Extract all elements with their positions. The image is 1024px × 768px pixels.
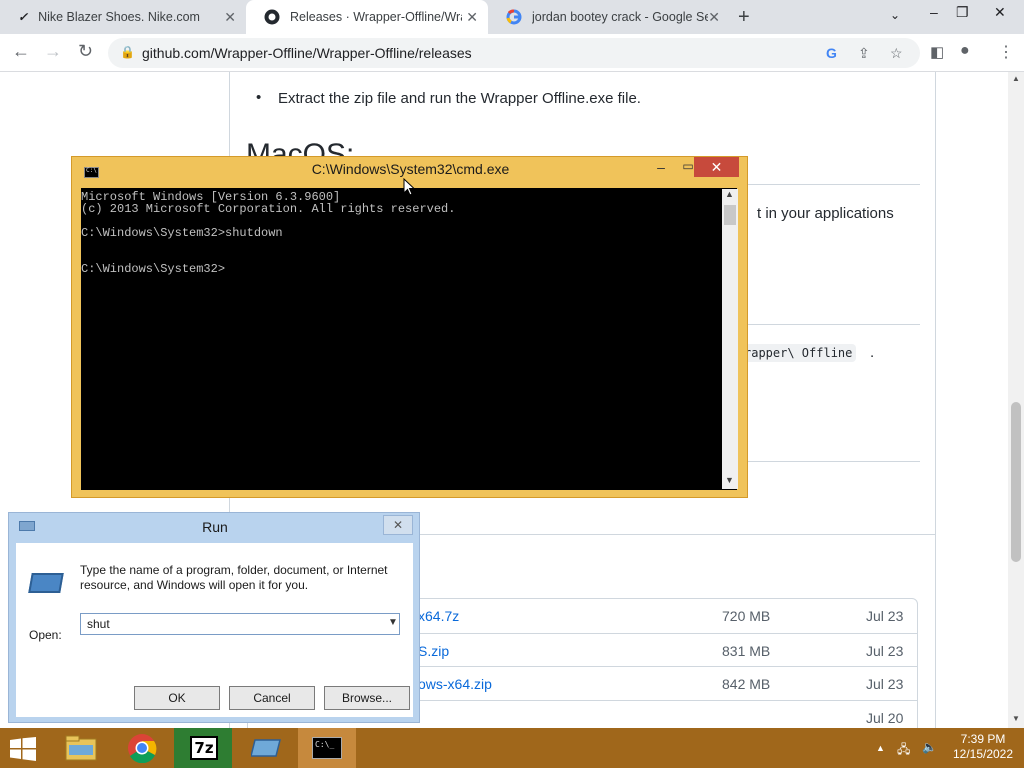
- asset-date: Jul 23: [866, 676, 904, 692]
- tab-close-icon[interactable]: ✕: [708, 9, 720, 26]
- cancel-button[interactable]: Cancel: [229, 686, 315, 710]
- console-scroll-up-icon[interactable]: ▲: [725, 189, 734, 199]
- 7zip-icon[interactable]: 7z: [174, 728, 232, 768]
- clock-time: 7:39 PM: [960, 732, 1006, 746]
- asset-size: 720 MB: [722, 608, 771, 624]
- forward-icon[interactable]: →: [44, 41, 62, 62]
- back-icon[interactable]: ←: [12, 41, 30, 62]
- bookmark-star-icon[interactable]: ☆: [890, 45, 903, 62]
- run-close-button[interactable]: ✕: [383, 515, 413, 535]
- scroll-thumb[interactable]: [1011, 402, 1021, 562]
- cmd-icon[interactable]: C:\_: [298, 728, 356, 768]
- run-dialog[interactable]: Run ✕ Type the name of a program, folder…: [8, 512, 420, 723]
- reload-icon[interactable]: ↻: [78, 41, 93, 62]
- browse-button[interactable]: Browse...: [324, 686, 410, 710]
- new-tab-icon[interactable]: +: [738, 6, 750, 29]
- run-description: Type the name of a program, folder, docu…: [80, 563, 388, 592]
- cmd-window[interactable]: C:\Windows\System32\cmd.exe – ▭ ✕ Micros…: [71, 156, 748, 498]
- console-line: C:\Windows\System32>shutdown: [81, 226, 283, 240]
- mouse-cursor-icon: [403, 178, 415, 196]
- taskbar-clock[interactable]: 7:39 PM 12/15/2022: [946, 732, 1020, 762]
- run-body: Type the name of a program, folder, docu…: [16, 543, 413, 717]
- console-line: (c) 2013 Microsoft Corporation. All righ…: [81, 202, 456, 216]
- page-scrollbar[interactable]: ▲ ▼: [1008, 72, 1024, 728]
- console-scrollbar[interactable]: ▲ ▼: [722, 189, 738, 489]
- tab-search-icon[interactable]: ⌄: [890, 8, 900, 22]
- console-scroll-thumb[interactable]: [724, 205, 736, 225]
- lock-icon[interactable]: 🔒: [120, 45, 135, 59]
- browser-toolbar: ← → ↻ 🔒 github.com/Wrapper-Offline/Wrapp…: [0, 34, 1024, 72]
- google-lens-icon[interactable]: G: [826, 45, 837, 61]
- asset-link[interactable]: ows-x64.zip: [418, 676, 492, 692]
- asset-date: Jul 20: [866, 710, 904, 726]
- run-program-icon: [28, 573, 64, 593]
- network-icon[interactable]: 🖧: [897, 740, 910, 761]
- tab-nike[interactable]: ✓ Nike Blazer Shoes. Nike.com ✕: [0, 0, 246, 34]
- scroll-down-icon[interactable]: ▼: [1012, 714, 1020, 723]
- nike-icon: ✓: [18, 10, 29, 24]
- asset-size: 842 MB: [722, 676, 771, 692]
- cmd-minimize-button[interactable]: –: [648, 159, 674, 179]
- github-icon: [264, 9, 280, 25]
- menu-kebab-icon[interactable]: ⋮: [998, 42, 1014, 62]
- macos-text: t in your applications: [757, 205, 894, 222]
- chrome-icon[interactable]: [113, 728, 171, 768]
- tab-close-icon[interactable]: ✕: [466, 9, 478, 26]
- close-window-icon[interactable]: ✕: [994, 4, 1006, 21]
- windows-start-icon[interactable]: [10, 737, 36, 761]
- asset-link[interactable]: S.zip: [418, 643, 449, 659]
- tab-releases[interactable]: Releases · Wrapper-Offline/Wrap ✕: [246, 0, 488, 34]
- show-hidden-icons-icon[interactable]: ▲: [876, 743, 885, 753]
- asset-date: Jul 23: [866, 608, 904, 624]
- run-icon[interactable]: [236, 728, 294, 768]
- chevron-down-icon[interactable]: ▼: [388, 617, 398, 628]
- minimize-icon[interactable]: –: [930, 4, 938, 20]
- inline-code: rapper\ Offline: [740, 344, 857, 362]
- tab-strip: ✓ Nike Blazer Shoes. Nike.com ✕ Releases…: [0, 0, 1024, 34]
- instruction-bullet: Extract the zip file and run the Wrapper…: [256, 89, 641, 107]
- taskbar: 7z C:\_ ▲ 🖧 🔈 7:39 PM 12/15/2022: [0, 728, 1024, 768]
- url-text: github.com/Wrapper-Offline/Wrapper-Offli…: [142, 45, 472, 61]
- side-panel-icon[interactable]: ◧: [930, 43, 944, 61]
- tab-label: Nike Blazer Shoes. Nike.com: [38, 10, 200, 24]
- console-output[interactable]: Microsoft Windows [Version 6.3.9600] (c)…: [81, 188, 737, 490]
- ok-button[interactable]: OK: [134, 686, 220, 710]
- asset-link[interactable]: x64.7z: [418, 608, 459, 624]
- file-explorer-icon[interactable]: [52, 728, 110, 768]
- tab-label: Releases · Wrapper-Offline/Wrap: [290, 10, 462, 24]
- console-scroll-down-icon[interactable]: ▼: [725, 475, 734, 485]
- google-icon: [506, 9, 522, 25]
- volume-icon[interactable]: 🔈: [922, 740, 937, 754]
- asset-size: 831 MB: [722, 643, 771, 659]
- run-title: Run: [202, 519, 228, 535]
- open-input[interactable]: shut: [80, 613, 400, 635]
- code-tail: .: [870, 344, 875, 361]
- scroll-up-icon[interactable]: ▲: [1012, 74, 1020, 83]
- profile-icon[interactable]: ●: [960, 42, 970, 60]
- column-border: [935, 72, 936, 728]
- open-label: Open:: [29, 628, 62, 642]
- console-prompt: C:\Windows\System32>: [81, 262, 226, 276]
- address-bar[interactable]: 🔒 github.com/Wrapper-Offline/Wrapper-Off…: [108, 38, 920, 68]
- restore-icon[interactable]: ❐: [956, 4, 969, 21]
- share-icon[interactable]: ⇪: [858, 45, 870, 62]
- clock-date: 12/15/2022: [952, 747, 1014, 761]
- tab-label: jordan bootey crack - Google Se: [532, 10, 708, 24]
- tab-google[interactable]: jordan bootey crack - Google Se ✕: [488, 0, 730, 34]
- cmd-close-button[interactable]: ✕: [694, 157, 739, 177]
- tab-close-icon[interactable]: ✕: [224, 9, 236, 26]
- asset-date: Jul 23: [866, 643, 904, 659]
